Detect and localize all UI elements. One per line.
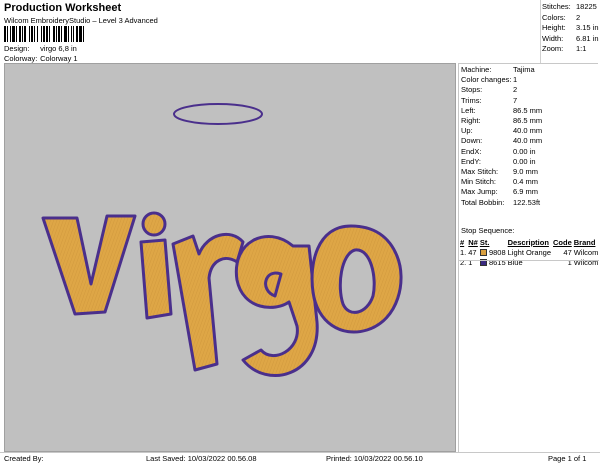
info-row: EndY: 0.00 in (461, 156, 536, 166)
machine-info-list: Machine: Tajima Color changes: 1 Stops: 2 T… (461, 65, 542, 208)
info-row: Right: 86.5 mm (461, 116, 543, 126)
stop-sequence-table: # N# St. Description Code Brand 1. 47 98… (459, 237, 599, 268)
stop-sequence-title: Stop Sequence: (461, 226, 515, 235)
info-row: Stops: 2 (461, 85, 518, 95)
info-row: Color changes: 1 (461, 75, 518, 85)
info-row: Max Jump: 6.9 mm (461, 187, 539, 197)
colorway-value: Colorway 1 (40, 54, 78, 63)
design-label: Design: (4, 44, 30, 53)
info-row: Max Stitch: 9.0 mm (461, 167, 539, 177)
info-row: Down: 40.0 mm (461, 136, 543, 146)
info-row: Up: 40.0 mm (461, 126, 543, 136)
design-stats: Stitches: 18225 Colors: 2 Height: 3.15 in W… (542, 2, 599, 55)
stat-row: Zoom: 1:1 (542, 44, 587, 54)
barcode (4, 26, 84, 42)
stat-row: Stitches: 18225 (542, 2, 597, 11)
design-preview-canvas (4, 63, 456, 452)
info-row: Trims: 7 (461, 95, 518, 105)
created-by: Created By: (4, 454, 44, 463)
letter-v (41, 214, 137, 316)
page-title: Production Worksheet (4, 2, 122, 14)
letter-i-stem (139, 238, 173, 320)
letter-i-dot (141, 211, 167, 237)
stat-row: Width: 6.81 in (542, 33, 599, 43)
stat-row: Colors: 2 (542, 12, 581, 22)
table-row: 1. 47 9808 Light Orange 47 Wilcom (460, 247, 599, 257)
design-value: virgo 6,8 in (40, 44, 77, 53)
table-header-row: # N# St. Description Code Brand (459, 237, 599, 247)
machine-info-panel: Machine: Tajima Color changes: 1 Stops: 2 T… (458, 63, 599, 452)
header-divider (540, 0, 541, 63)
col-n: N# (468, 237, 478, 247)
info-row: Min Stitch: 0.4 mm (461, 177, 539, 187)
letter-g (234, 235, 319, 377)
worksheet-header: Production Worksheet Wilcom EmbroiderySt… (0, 0, 600, 63)
software-name: Wilcom EmbroideryStudio – Level 3 Advanc… (4, 16, 158, 25)
info-row: Total Bobbin: 122.53ft (461, 197, 541, 207)
info-row: EndX: 0.00 in (461, 146, 536, 156)
colorway-label: Colorway: (4, 54, 38, 63)
halo-ring (173, 103, 263, 125)
worksheet-footer: Created By: Last Saved: 10/03/2022 00.56… (0, 452, 600, 464)
page-number: Page 1 of 1 (548, 454, 587, 463)
col-brand: Brand (573, 237, 596, 247)
col-code: Code (553, 237, 572, 247)
color-swatch (479, 248, 487, 256)
colorway-row: Colorway: Colorway 1 (4, 54, 78, 63)
design-row: Design: virgo 6,8 in (4, 44, 77, 53)
letter-o (310, 224, 403, 334)
info-row: Machine: Tajima (461, 65, 535, 74)
stat-row: Height: 3.15 in (542, 23, 599, 33)
embroidery-design-preview (41, 103, 403, 377)
info-row: Left: 86.5 mm (461, 105, 543, 115)
col-num: # (460, 237, 465, 247)
col-description: Description (507, 237, 549, 247)
last-saved: Last Saved: 10/03/2022 00.56.08 (146, 454, 257, 463)
printed-date: Printed: 10/03/2022 00.56.10 (326, 454, 423, 463)
col-st: St. (479, 237, 490, 247)
letter-r (171, 232, 245, 372)
table-divider (459, 260, 599, 261)
virgo-lettering (41, 103, 403, 377)
